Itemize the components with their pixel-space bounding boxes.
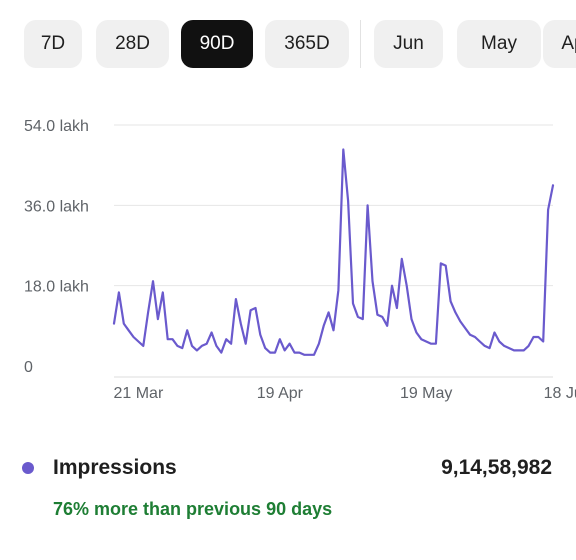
series-line-impressions: [112, 148, 555, 356]
comparison-text: 76% more than previous 90 days: [53, 499, 333, 519]
x-tick-label: 21 Mar: [113, 385, 163, 402]
range-chip-28d[interactable]: 28D: [96, 20, 169, 68]
y-tick-label: 36.0 lakh: [24, 198, 89, 215]
x-tick-label: 18 Jun: [544, 385, 576, 402]
y-tick-label: 0: [24, 359, 33, 376]
series-color-dot: [22, 462, 34, 474]
chip-divider: [360, 20, 361, 68]
range-chip-365d[interactable]: 365D: [265, 20, 349, 68]
range-chip-may[interactable]: May: [457, 20, 541, 68]
date-range-chip-bar: 7D 28D90D365D Jun MayAp: [24, 20, 576, 70]
range-chip-ap[interactable]: Ap: [543, 20, 576, 68]
y-tick-label: 54.0 lakh: [24, 118, 89, 135]
impressions-line-chart: 54.0 lakh 36.0 lakh 18.0 lakh 0 21 Mar 19 Apr…: [24, 118, 576, 402]
x-tick-label: 19 May: [400, 385, 452, 402]
x-tick-label: 19 Apr: [257, 385, 304, 402]
range-chip-7d[interactable]: 7D: [24, 20, 82, 68]
range-chip-jun[interactable]: Jun: [374, 20, 443, 68]
series-name: Impressions: [53, 456, 177, 479]
series-legend: Impressions 9,14,58,982: [22, 456, 552, 486]
range-chip-90d[interactable]: 90D: [181, 20, 253, 68]
series-total-value: 9,14,58,982: [441, 456, 552, 479]
y-tick-label: 18.0 lakh: [24, 279, 89, 296]
